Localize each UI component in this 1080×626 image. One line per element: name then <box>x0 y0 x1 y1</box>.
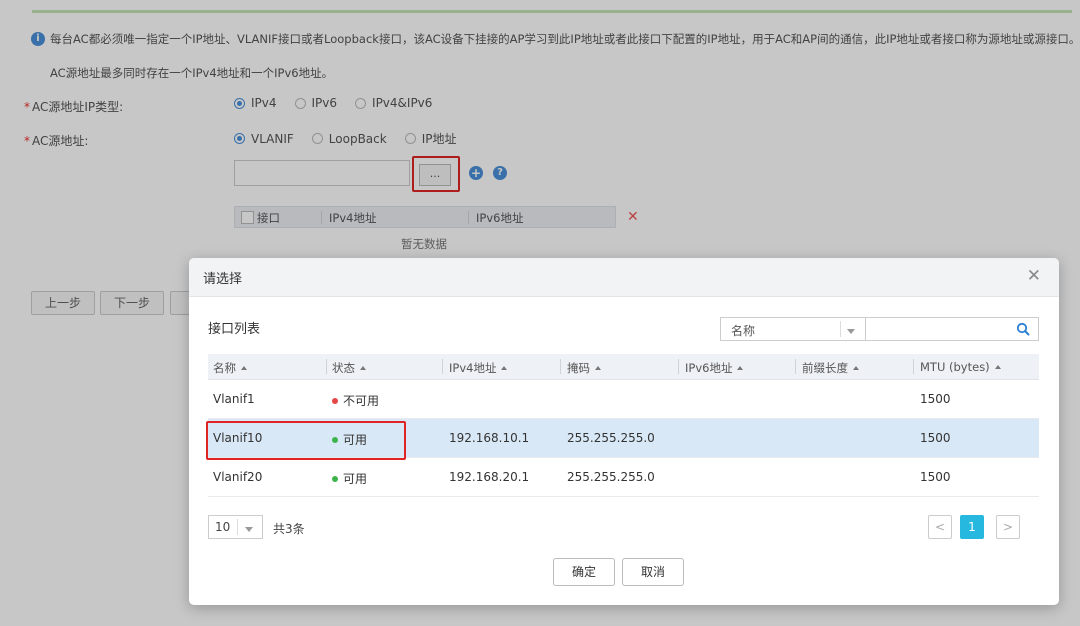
chevron-down-icon <box>245 521 253 535</box>
header-ipv4[interactable]: IPv4地址 <box>449 360 508 376</box>
interface-list-title: 接口列表 <box>208 322 261 337</box>
close-icon[interactable]: ✕ <box>1027 266 1041 286</box>
table-row[interactable]: Vlanif20 可用 192.168.20.1 255.255.255.0 1… <box>208 458 1039 497</box>
status-badge: 可用 <box>332 431 367 448</box>
header-name[interactable]: 名称 <box>213 360 247 376</box>
dialog-title: 请选择 <box>203 272 243 287</box>
ok-button[interactable]: 确定 <box>553 558 615 586</box>
prev-page-button[interactable]: < <box>928 515 952 539</box>
page-size-select[interactable]: 10 <box>208 515 263 539</box>
header-mtu[interactable]: MTU (bytes) <box>920 360 1001 374</box>
header-status[interactable]: 状态 <box>332 360 366 376</box>
status-badge: 不可用 <box>332 392 379 409</box>
search-icon[interactable] <box>1016 322 1030 336</box>
status-badge: 可用 <box>332 470 367 487</box>
table-row-selected[interactable]: Vlanif10 可用 192.168.10.1 255.255.255.0 1… <box>208 419 1039 458</box>
search-input[interactable] <box>866 317 1039 341</box>
table-row[interactable]: Vlanif1 不可用 1500 <box>208 380 1039 419</box>
header-mask[interactable]: 掩码 <box>567 360 601 376</box>
next-page-button[interactable]: > <box>996 515 1020 539</box>
header-ipv6[interactable]: IPv6地址 <box>685 360 744 376</box>
interface-table: 名称 状态 IPv4地址 掩码 IPv6地址 前缀长度 MTU (bytes) … <box>208 354 1039 497</box>
select-dialog: 请选择 ✕ 接口列表 名称 名称 状态 IPv4地址 掩码 IPv6地址 前缀长… <box>189 258 1059 605</box>
total-count: 共3条 <box>273 522 305 536</box>
table-header: 名称 状态 IPv4地址 掩码 IPv6地址 前缀长度 MTU (bytes) <box>208 354 1039 380</box>
header-prefix[interactable]: 前缀长度 <box>802 360 859 376</box>
cancel-button[interactable]: 取消 <box>622 558 684 586</box>
dialog-header: 请选择 ✕ <box>189 258 1059 297</box>
search-field-select[interactable]: 名称 <box>720 317 866 341</box>
page-1-button[interactable]: 1 <box>960 515 984 539</box>
